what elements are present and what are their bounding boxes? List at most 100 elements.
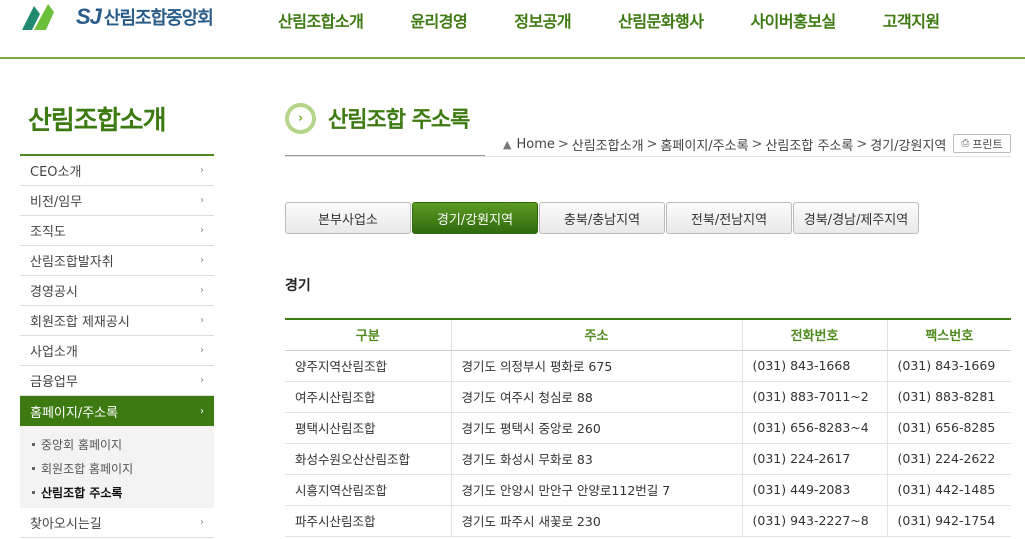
sub-item-label: 중앙회 홈페이지: [41, 437, 123, 452]
tab-headquarters[interactable]: 본부사업소: [285, 202, 411, 234]
chevron-right-icon: ›: [200, 315, 204, 326]
sidebar-item-label: 사업소개: [30, 345, 78, 360]
cell-category: 파주시산림조합: [285, 505, 452, 537]
sidebar-item-label: 회원조합 제재공시: [30, 315, 130, 330]
cell-fax: (031) 883-8281: [887, 381, 1011, 413]
sidebar-submenu: 중앙회 홈페이지 회원조합 홈페이지 산림조합 주소록: [20, 426, 214, 508]
bullet-icon: [32, 442, 35, 446]
chevron-right-icon: ›: [200, 255, 204, 266]
cell-address: 경기도 의정부시 평화로 675: [451, 350, 743, 382]
title-bullet-icon: ›: [285, 103, 316, 134]
sidebar-item-label: 금융업무: [30, 375, 78, 390]
tab-chungbuk-chungnam[interactable]: 충북/충남지역: [539, 202, 665, 234]
sidebar-item-label: 비전/임무: [30, 195, 83, 210]
breadcrumb-home[interactable]: Home: [516, 137, 554, 152]
breadcrumb-separator: >: [557, 137, 569, 152]
page-title: 산림조합 주소록: [328, 108, 470, 133]
cell-category: 화성수원오산산림조합: [285, 443, 452, 475]
breadcrumb-homepage[interactable]: 홈페이지/주소록: [660, 135, 748, 154]
breadcrumb-separator: >: [646, 137, 658, 152]
page-header: › 산림조합 주소록: [285, 100, 485, 156]
print-label: 프린트: [972, 137, 1003, 151]
gnb-item-events[interactable]: 산림문화행사: [618, 8, 704, 32]
home-icon: ▲: [503, 138, 512, 151]
sidebar-title: 산림조합소개: [20, 100, 214, 156]
breadcrumb-about[interactable]: 산림조합소개: [572, 135, 644, 154]
global-nav: 산림조합소개 윤리경영 정보공개 산림문화행사 사이버홍보실 고객지원: [278, 8, 987, 32]
cell-category: 양주지역산림조합: [285, 350, 452, 382]
print-button[interactable]: ⎙ 프린트: [953, 134, 1011, 153]
table-row: 화성수원오산산림조합 경기도 화성시 무화로 83 (031) 224-2617…: [285, 443, 1011, 475]
sub-item-address-book[interactable]: 산림조합 주소록: [32, 480, 214, 504]
logo-sj: SJ: [76, 4, 102, 29]
sub-item-central-homepage[interactable]: 중앙회 홈페이지: [32, 432, 214, 456]
column-header-phone: 전화번호: [742, 319, 888, 351]
sub-item-label: 회원조합 홈페이지: [41, 461, 134, 476]
sidebar-item-organization[interactable]: 조직도 ›: [20, 216, 214, 246]
table-row: 양주지역산림조합 경기도 의정부시 평화로 675 (031) 843-1668…: [285, 350, 1011, 382]
chevron-right-icon: ›: [200, 225, 204, 236]
gnb-item-disclosure[interactable]: 정보공개: [514, 8, 571, 32]
table-row: 파주시산림조합 경기도 파주시 새꽃로 230 (031) 943-2227~8…: [285, 505, 1011, 537]
printer-icon: ⎙: [961, 138, 970, 149]
section-title: 경기: [285, 278, 311, 294]
cell-phone: (031) 943-2227~8: [742, 505, 888, 537]
tab-gyeongbuk-gyeongnam-jeju[interactable]: 경북/경남/제주지역: [793, 202, 919, 234]
cell-category: 시흥지역산림조합: [285, 474, 452, 506]
breadcrumb: ▲ Home > 산림조합소개 > 홈페이지/주소록 > 산림조합 주소록 > …: [503, 135, 946, 154]
table-row: 평택시산림조합 경기도 평택시 중앙로 260 (031) 656-8283~4…: [285, 412, 1011, 444]
site-header: SJ 산림조합중앙회 산림조합소개 윤리경영 정보공개 산림문화행사 사이버홍보…: [0, 0, 1025, 59]
sidebar-item-label: 홈페이지/주소록: [30, 405, 119, 421]
breadcrumb-address-book[interactable]: 산림조합 주소록: [765, 135, 853, 154]
cell-category: 여주시산림조합: [285, 381, 452, 413]
chevron-right-icon: ›: [200, 405, 204, 417]
site-logo[interactable]: SJ 산림조합중앙회: [20, 0, 214, 34]
chevron-right-icon: ›: [200, 285, 204, 296]
column-header-category: 구분: [285, 319, 452, 351]
sidebar: 산림조합소개 CEO소개 › 비전/임무 › 조직도 › 산림조합발자취 › 경영공시 ›…: [20, 100, 214, 538]
breadcrumb-separator: >: [856, 137, 868, 152]
chevron-right-icon: ›: [200, 165, 204, 176]
sidebar-item-vision[interactable]: 비전/임무 ›: [20, 186, 214, 216]
cell-address: 경기도 파주시 새꽃로 230: [451, 505, 743, 537]
breadcrumb-separator: >: [751, 137, 763, 152]
main-content: › 산림조합 주소록 ▲ Home > 산림조합소개 > 홈페이지/주소록 > …: [285, 100, 1011, 537]
gnb-item-about[interactable]: 산림조합소개: [278, 8, 364, 32]
sidebar-item-finance[interactable]: 금융업무 ›: [20, 366, 214, 396]
sidebar-item-directions[interactable]: 찾아오시는길 ›: [20, 508, 214, 538]
sidebar-item-history[interactable]: 산림조합발자취 ›: [20, 246, 214, 276]
cell-address: 경기도 평택시 중앙로 260: [451, 412, 743, 444]
cell-phone: (031) 449-2083: [742, 474, 888, 506]
sidebar-item-ceo[interactable]: CEO소개 ›: [20, 156, 214, 186]
column-header-fax: 팩스번호: [887, 319, 1011, 351]
cell-fax: (031) 843-1669: [887, 350, 1011, 382]
sidebar-item-homepage[interactable]: 홈페이지/주소록 ›: [20, 396, 214, 426]
address-table: 구분 주소 전화번호 팩스번호 양주지역산림조합 경기도 의정부시 평화로 67…: [285, 318, 1011, 537]
cell-phone: (031) 883-7011~2: [742, 381, 888, 413]
table-header-row: 구분 주소 전화번호 팩스번호: [285, 319, 1011, 351]
region-tabs: 본부사업소 경기/강원지역 충북/충남지역 전북/전남지역 경북/경남/제주지역: [285, 202, 920, 234]
gnb-item-ethics[interactable]: 윤리경영: [410, 8, 467, 32]
tab-jeonbuk-jeonnam[interactable]: 전북/전남지역: [666, 202, 792, 234]
logo-text: 산림조합중앙회: [103, 8, 214, 29]
logo-mark-icon: [22, 4, 54, 30]
sidebar-item-management[interactable]: 경영공시 ›: [20, 276, 214, 306]
chevron-right-icon: ›: [200, 345, 204, 356]
sidebar-item-business[interactable]: 사업소개 ›: [20, 336, 214, 366]
cell-fax: (031) 656-8285: [887, 412, 1011, 444]
sidebar-item-label: CEO소개: [30, 165, 82, 180]
gnb-item-pr[interactable]: 사이버홍보실: [750, 8, 836, 32]
sidebar-item-label: 경영공시: [30, 285, 78, 300]
gnb-item-support[interactable]: 고객지원: [883, 8, 940, 32]
cell-address: 경기도 화성시 무화로 83: [451, 443, 743, 475]
cell-fax: (031) 224-2622: [887, 443, 1011, 475]
header-divider: [285, 156, 1011, 157]
chevron-right-icon: ›: [200, 375, 204, 386]
cell-category: 평택시산림조합: [285, 412, 452, 444]
sub-item-member-homepage[interactable]: 회원조합 홈페이지: [32, 456, 214, 480]
sub-item-label: 산림조합 주소록: [41, 485, 123, 500]
sidebar-item-sanctions[interactable]: 회원조합 제재공시 ›: [20, 306, 214, 336]
cell-fax: (031) 942-1754: [887, 505, 1011, 537]
tab-gyeonggi-gangwon[interactable]: 경기/강원지역: [412, 202, 538, 234]
cell-fax: (031) 442-1485: [887, 474, 1011, 506]
